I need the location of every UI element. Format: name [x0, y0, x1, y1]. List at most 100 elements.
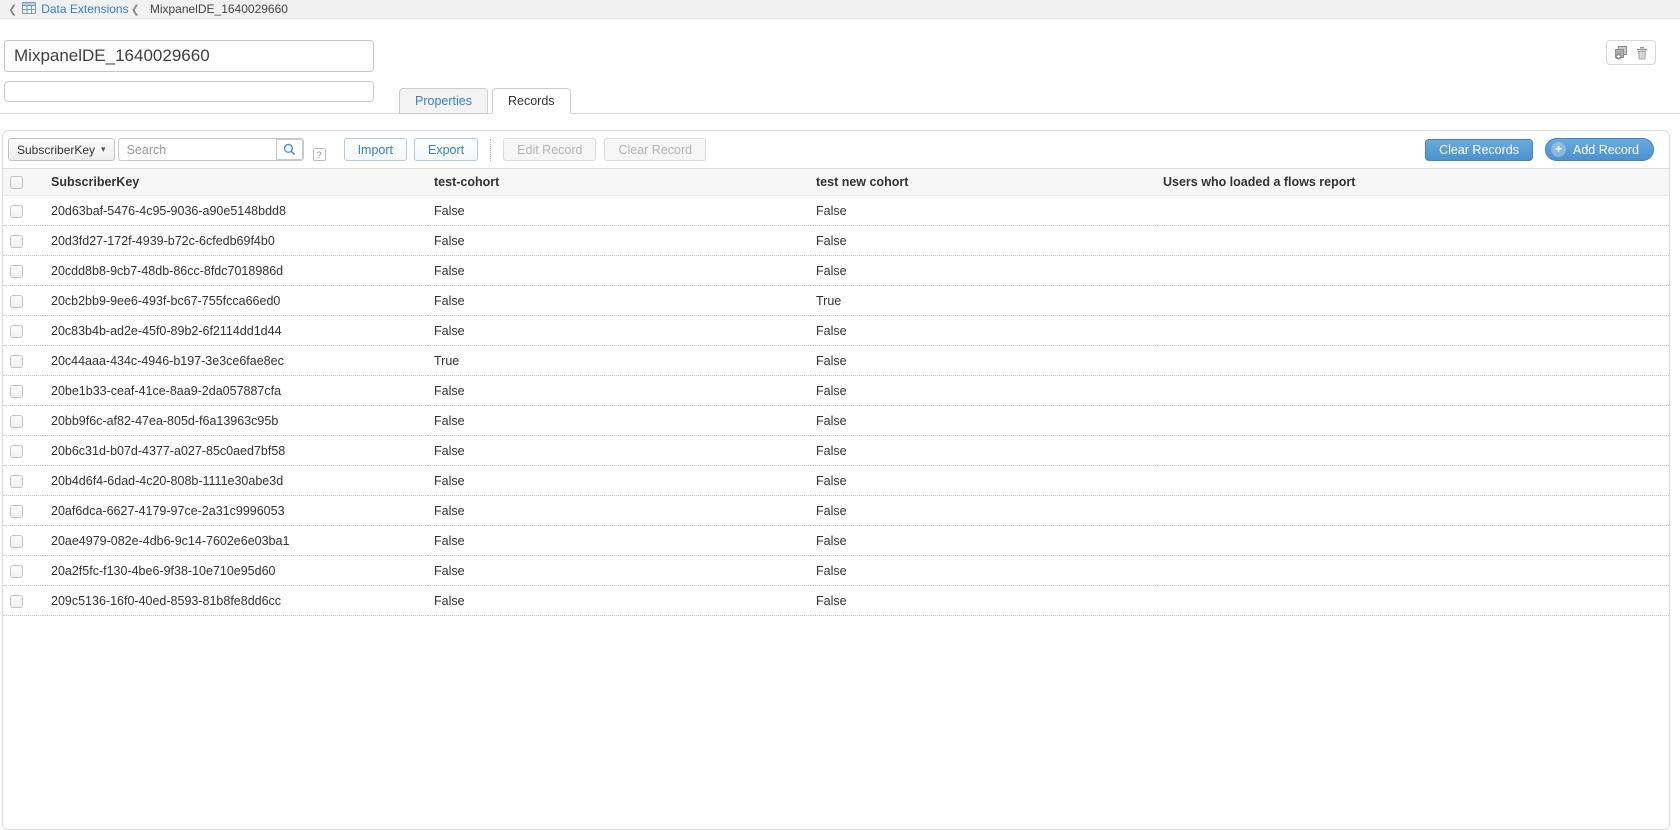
- search-field-label: SubscriberKey: [17, 143, 95, 157]
- row-checkbox[interactable]: [10, 445, 23, 458]
- row-checkbox-cell: [3, 526, 43, 556]
- cell-users-flows-report: [1158, 196, 1669, 226]
- row-checkbox-cell: [3, 586, 43, 616]
- add-record-label: Add Record: [1573, 143, 1639, 157]
- row-checkbox[interactable]: [10, 565, 23, 578]
- clear-record-button[interactable]: Clear Record: [604, 138, 706, 161]
- table-row[interactable]: 20b4d6f4-6dad-4c20-808b-1111e30abe3d Fal…: [3, 466, 1669, 496]
- row-checkbox[interactable]: [10, 415, 23, 428]
- back-chevron-icon[interactable]: ❮: [8, 3, 17, 16]
- add-record-button[interactable]: + Add Record: [1545, 138, 1654, 161]
- row-checkbox-cell: [3, 466, 43, 496]
- cell-users-flows-report: [1158, 256, 1669, 286]
- search-button[interactable]: [276, 139, 303, 160]
- cell-users-flows-report: [1158, 226, 1669, 256]
- row-checkbox-cell: [3, 226, 43, 256]
- cell-test-new-cohort: False: [811, 586, 1158, 616]
- table-row[interactable]: 209c5136-16f0-40ed-8593-81b8fe8dd6cc Fal…: [3, 586, 1669, 616]
- table-row[interactable]: 20a2f5fc-f130-4be6-9f38-10e710e95d60 Fal…: [3, 556, 1669, 586]
- table-row[interactable]: 20be1b33-ceaf-41ce-8aa9-2da057887cfa Fal…: [3, 376, 1669, 406]
- tab-strip: Properties Records: [0, 88, 1680, 114]
- row-checkbox[interactable]: [10, 355, 23, 368]
- row-checkbox-cell: [3, 406, 43, 436]
- clear-records-button[interactable]: Clear Records: [1425, 139, 1533, 161]
- row-checkbox[interactable]: [10, 475, 23, 488]
- row-checkbox[interactable]: [10, 325, 23, 338]
- trash-icon[interactable]: [1636, 46, 1648, 60]
- cell-test-cohort: False: [428, 286, 811, 316]
- cell-test-new-cohort: False: [811, 466, 1158, 496]
- table-row[interactable]: 20c83b4b-ad2e-45f0-89b2-6f2114dd1d44 Fal…: [3, 316, 1669, 346]
- cell-test-new-cohort: False: [811, 436, 1158, 466]
- row-checkbox[interactable]: [10, 385, 23, 398]
- tab-records[interactable]: Records: [492, 88, 571, 114]
- cell-test-new-cohort: False: [811, 526, 1158, 556]
- cell-subscriber-key: 20d3fd27-172f-4939-b72c-6cfedb69f4b0: [43, 226, 428, 256]
- cell-subscriber-key: 209c5136-16f0-40ed-8593-81b8fe8dd6cc: [43, 586, 428, 616]
- cell-subscriber-key: 20cb2bb9-9ee6-493f-bc67-755fcca66ed0: [43, 286, 428, 316]
- edit-record-button[interactable]: Edit Record: [503, 138, 596, 161]
- cell-test-cohort: False: [428, 256, 811, 286]
- table-row[interactable]: 20c44aaa-434c-4946-b197-3e3ce6fae8ec Tru…: [3, 346, 1669, 376]
- cell-users-flows-report: [1158, 556, 1669, 586]
- breadcrumb: ❮ Data Extensions ❮ MixpanelDE_164002966…: [0, 0, 1680, 19]
- search-field-dropdown[interactable]: SubscriberKey ▾: [8, 138, 115, 161]
- toolbar-divider: [490, 139, 491, 161]
- select-all-checkbox[interactable]: [10, 176, 23, 189]
- cell-test-cohort: True: [428, 346, 811, 376]
- row-checkbox[interactable]: [10, 295, 23, 308]
- cell-subscriber-key: 20b4d6f4-6dad-4c20-808b-1111e30abe3d: [43, 466, 428, 496]
- cell-test-cohort: False: [428, 196, 811, 226]
- cell-test-new-cohort: False: [811, 226, 1158, 256]
- plus-icon: +: [1551, 142, 1566, 157]
- cell-users-flows-report: [1158, 436, 1669, 466]
- row-checkbox[interactable]: [10, 265, 23, 278]
- table-row[interactable]: 20b6c31d-b07d-4377-a027-85c0aed7bf58 Fal…: [3, 436, 1669, 466]
- records-panel: SubscriberKey ▾ ? Import Export Edit Rec…: [2, 130, 1670, 830]
- cell-test-new-cohort: False: [811, 376, 1158, 406]
- cell-test-new-cohort: False: [811, 496, 1158, 526]
- data-extension-name-input[interactable]: [4, 40, 374, 72]
- row-checkbox-cell: [3, 196, 43, 226]
- duplicate-icon[interactable]: [1614, 45, 1629, 60]
- table-row[interactable]: 20d3fd27-172f-4939-b72c-6cfedb69f4b0 Fal…: [3, 226, 1669, 256]
- cell-test-cohort: False: [428, 376, 811, 406]
- table-row[interactable]: 20cdd8b8-9cb7-48db-86cc-8fdc7018986d Fal…: [3, 256, 1669, 286]
- cell-subscriber-key: 20ae4979-082e-4db6-9c14-7602e6e03ba1: [43, 526, 428, 556]
- cell-users-flows-report: [1158, 496, 1669, 526]
- records-table-body: 20d63baf-5476-4c95-9036-a90e5148bdd8 Fal…: [3, 196, 1669, 616]
- table-row[interactable]: 20cb2bb9-9ee6-493f-bc67-755fcca66ed0 Fal…: [3, 286, 1669, 316]
- records-toolbar: SubscriberKey ▾ ? Import Export Edit Rec…: [3, 131, 1669, 168]
- tab-properties[interactable]: Properties: [399, 88, 488, 114]
- row-checkbox-cell: [3, 256, 43, 286]
- export-button[interactable]: Export: [414, 138, 478, 161]
- row-checkbox-cell: [3, 436, 43, 466]
- table-row[interactable]: 20bb9f6c-af82-47ea-805d-f6a13963c95b Fal…: [3, 406, 1669, 436]
- table-row[interactable]: 20ae4979-082e-4db6-9c14-7602e6e03ba1 Fal…: [3, 526, 1669, 556]
- table-row[interactable]: 20af6dca-6627-4179-97ce-2a31c9996053 Fal…: [3, 496, 1669, 526]
- cell-test-cohort: False: [428, 586, 811, 616]
- select-all-cell: [3, 169, 43, 196]
- row-checkbox[interactable]: [10, 205, 23, 218]
- row-checkbox-cell: [3, 316, 43, 346]
- row-checkbox-cell: [3, 556, 43, 586]
- cell-subscriber-key: 20cdd8b8-9cb7-48db-86cc-8fdc7018986d: [43, 256, 428, 286]
- breadcrumb-separator-icon: ❮: [131, 3, 140, 16]
- cell-test-new-cohort: False: [811, 406, 1158, 436]
- cell-test-cohort: False: [428, 466, 811, 496]
- cell-subscriber-key: 20c83b4b-ad2e-45f0-89b2-6f2114dd1d44: [43, 316, 428, 346]
- help-icon[interactable]: ?: [313, 148, 326, 161]
- row-checkbox[interactable]: [10, 235, 23, 248]
- cell-test-cohort: False: [428, 436, 811, 466]
- breadcrumb-link-data-extensions[interactable]: Data Extensions: [41, 2, 128, 16]
- table-row[interactable]: 20d63baf-5476-4c95-9036-a90e5148bdd8 Fal…: [3, 196, 1669, 226]
- search-icon: [283, 143, 296, 156]
- cell-users-flows-report: [1158, 586, 1669, 616]
- row-checkbox[interactable]: [10, 535, 23, 548]
- cell-test-new-cohort: False: [811, 256, 1158, 286]
- cell-test-cohort: False: [428, 316, 811, 346]
- row-checkbox[interactable]: [10, 595, 23, 608]
- cell-subscriber-key: 20d63baf-5476-4c95-9036-a90e5148bdd8: [43, 196, 428, 226]
- row-checkbox[interactable]: [10, 505, 23, 518]
- import-button[interactable]: Import: [344, 138, 407, 161]
